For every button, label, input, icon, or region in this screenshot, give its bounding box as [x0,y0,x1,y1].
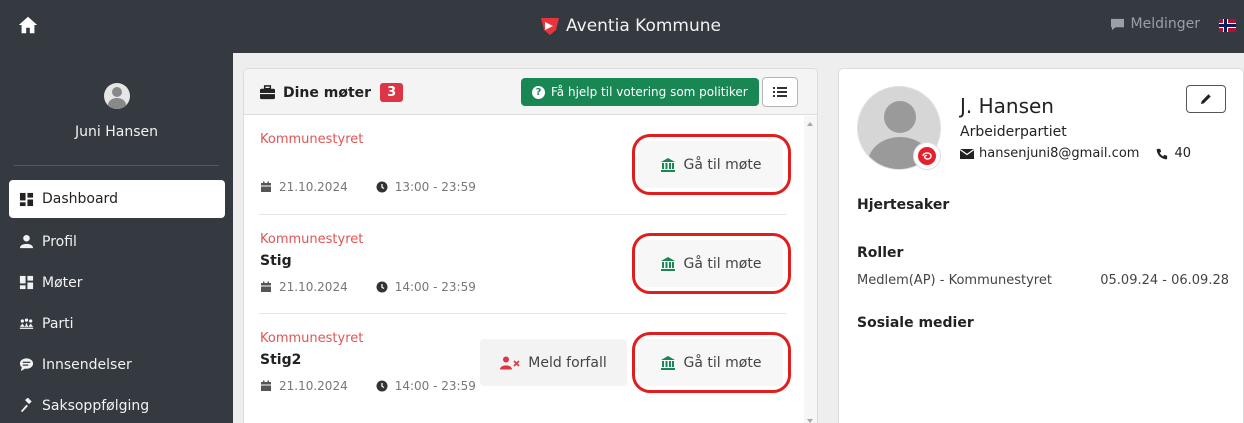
briefcase-icon [260,85,275,100]
envelope-icon [960,148,974,159]
rose-icon [918,147,936,165]
meetings-title-text: Dine møter [283,84,372,101]
meeting-org[interactable]: Kommunestyret [260,132,363,147]
top-navbar: Aventia Kommune Meldinger [0,0,1244,53]
scrollbar[interactable] [804,116,817,423]
brand-logo-icon [541,18,559,35]
meeting-datetime: 21.10.2024 14:00 - 23:59 [260,280,476,294]
role-name: Medlem(AP) - Kommunestyret [857,273,1052,288]
meeting-item: Kommunestyret Stig2 21.10.2024 14:00 - 2… [244,314,804,413]
scroll-up-arrow-icon[interactable] [807,122,813,126]
meetings-icon [18,275,34,291]
meeting-time: 14:00 - 23:59 [394,379,476,393]
meeting-datetime: 21.10.2024 14:00 - 23:59 [260,379,476,393]
meeting-datetime: 21.10.2024 13:00 - 23:59 [260,180,476,194]
calendar-icon [261,281,271,292]
meeting-date: 21.10.2024 [279,280,348,294]
meeting-date: 21.10.2024 [279,379,348,393]
chat-icon [1110,18,1124,30]
profile-party: Arbeiderpartiet [960,124,1067,140]
voting-help-button[interactable]: ? Få hjelp til votering som politiker [521,78,759,106]
clock-icon [376,281,388,293]
edit-profile-button[interactable] [1186,85,1226,113]
institution-icon [660,157,675,172]
calendar-icon [261,181,271,192]
role-row: Medlem(AP) - Kommunestyret 05.09.24 - 06… [857,273,1229,288]
meeting-org[interactable]: Kommunestyret [260,232,363,247]
sidebar-item-label: Dashboard [42,191,118,207]
institution-icon [660,355,675,370]
scroll-down-arrow-icon[interactable] [807,419,813,423]
meeting-item: Kommunestyret 21.10.2024 13:00 - 23:59 G… [244,116,804,215]
sidebar-item-label: Profil [42,233,77,250]
go-to-meeting-button[interactable]: Gå til møte [638,339,783,386]
profile-card: J. Hansen Arbeiderpartiet hansenjuni8@gm… [838,68,1244,423]
report-absence-button[interactable]: Meld forfall [480,339,627,386]
profile-contact: hansenjuni8@gmail.com 40 [960,146,1191,161]
sidebar-item-innsendelser[interactable]: Innsendelser [9,344,225,385]
profile-name: J. Hansen [960,94,1054,118]
home-icon[interactable] [17,14,39,36]
sidebar-item-label: Møter [42,274,83,291]
messages-link[interactable]: Meldinger [1110,16,1201,32]
sidebar-user-name: Juni Hansen [75,124,158,140]
sidebar-item-label: Saksoppfølging [42,397,150,414]
section-hjertesaker: Hjertesaker [857,197,950,213]
go-to-meeting-label: Gå til møte [683,354,762,371]
profile-phone[interactable]: 40 [1174,146,1191,161]
pencil-icon [1201,94,1211,104]
meetings-title: Dine møter 3 [259,83,404,102]
sidebar-item-parti[interactable]: Parti [9,303,225,344]
clock-icon [376,380,388,392]
go-to-meeting-label: Gå til møte [683,255,762,272]
user-icon [18,234,34,250]
brand[interactable]: Aventia Kommune [538,13,721,39]
meeting-item: Kommunestyret Stig 21.10.2024 14:00 - 23… [244,215,804,314]
party-rose-icon [913,142,941,170]
go-to-meeting-button[interactable]: Gå til møte [638,240,783,287]
list-view-button[interactable] [762,77,798,107]
meeting-org[interactable]: Kommunestyret [260,331,363,346]
brand-name: Aventia Kommune [566,16,721,36]
messages-label: Meldinger [1130,16,1201,32]
dashboard-icon [18,191,34,207]
norwegian-flag-icon[interactable] [1219,19,1236,32]
section-sosiale-medier: Sosiale medier [857,315,974,331]
sidebar-item-label: Innsendelser [42,356,132,373]
avatar [104,83,130,109]
gavel-icon [18,398,34,414]
sidebar-nav: Dashboard Profil Møter Parti Innsendelse… [9,180,225,423]
report-absence-label: Meld forfall [528,354,607,371]
phone-icon [1157,148,1168,159]
user-times-icon [500,356,520,369]
sidebar-item-label: Parti [42,315,74,332]
go-to-meeting-button[interactable]: Gå til møte [638,141,783,188]
comment-icon [18,357,34,373]
meeting-time: 13:00 - 23:59 [394,180,476,194]
calendar-icon [261,380,271,391]
meeting-name[interactable]: Stig [260,253,292,269]
meetings-count-badge: 3 [380,83,404,102]
voting-help-label: Få hjelp til votering som politiker [551,85,748,99]
sidebar-item-profil[interactable]: Profil [9,221,225,262]
party-icon [18,316,34,332]
meetings-card-header: Dine møter 3 ? Få hjelp til votering som… [244,69,817,115]
clock-icon [376,181,388,193]
institution-icon [660,256,675,271]
sidebar-item-moter[interactable]: Møter [9,262,225,303]
meeting-date: 21.10.2024 [279,180,348,194]
go-to-meeting-label: Gå til møte [683,156,762,173]
meetings-card: Dine møter 3 ? Få hjelp til votering som… [243,68,818,423]
meeting-time: 14:00 - 23:59 [394,280,476,294]
list-icon [773,87,787,97]
role-period: 05.09.24 - 06.09.28 [1100,273,1229,288]
divider [14,165,219,166]
profile-email[interactable]: hansenjuni8@gmail.com [979,146,1139,161]
section-roller: Roller [857,245,904,261]
question-icon: ? [532,85,545,99]
sidebar-item-saksoppfolging[interactable]: Saksoppfølging [9,385,225,423]
meeting-name[interactable]: Stig2 [260,352,301,368]
sidebar: Juni Hansen Dashboard Profil Møter Parti… [0,53,233,423]
sidebar-item-dashboard[interactable]: Dashboard [9,180,225,218]
